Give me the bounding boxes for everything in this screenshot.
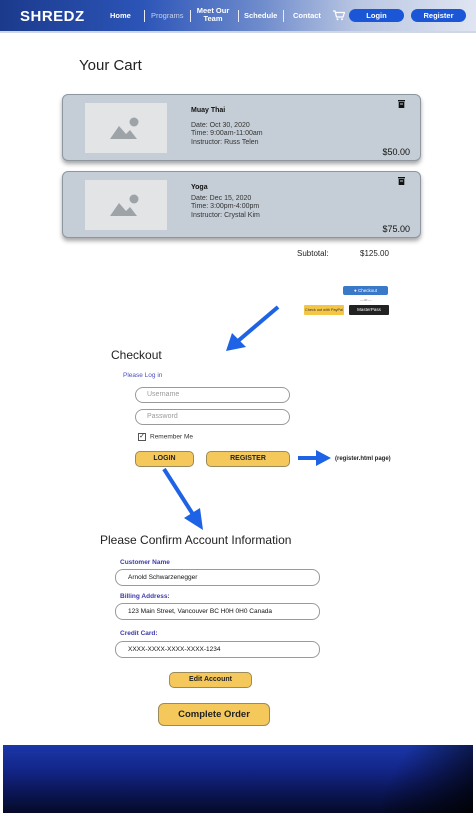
credit-card-field[interactable]: XXXX-XXXX-XXXX-XXXX-1234 (115, 641, 320, 658)
login-button[interactable]: Login (349, 9, 404, 22)
remember-me-label: Remember Me (150, 433, 193, 441)
customer-name-field[interactable]: Arnold Schwarzenegger (115, 569, 320, 586)
complete-order-button[interactable]: Complete Order (158, 703, 270, 726)
item-instructor: Instructor: Russ Telen (191, 139, 259, 146)
flow-arrow-icon (298, 450, 331, 466)
nav-link-schedule[interactable]: Schedule (244, 12, 277, 20)
billing-address-field[interactable]: 123 Main Street, Vancouver BC H0H 0H0 Ca… (115, 603, 320, 620)
checkout-button-label: Checkout (357, 288, 377, 293)
or-separator: —or— (360, 297, 372, 302)
item-name: Yoga (191, 184, 208, 191)
subtotal-label: Subtotal: (297, 249, 329, 258)
paypal-checkout-button[interactable]: Check out with PayPal (304, 305, 344, 315)
shopping-cart-icon[interactable] (333, 10, 345, 21)
nav-link-programs[interactable]: Programs (151, 12, 184, 20)
nav-link-meet-our-team[interactable]: Meet Our Team (194, 7, 232, 23)
item-date: Date: Oct 30, 2020 (191, 122, 250, 129)
item-date: Date: Dec 15, 2020 (191, 195, 252, 202)
item-time: Time: 3:00pm-4:00pm (191, 203, 260, 210)
image-placeholder-icon (110, 117, 139, 139)
item-price: $50.00 (382, 147, 410, 157)
item-price: $75.00 (382, 224, 410, 234)
nav-link-team-label: Team (203, 14, 223, 23)
register-button[interactable]: Register (411, 9, 466, 22)
item-name: Muay Thai (191, 107, 226, 114)
item-image-placeholder (85, 103, 167, 153)
checkout-button[interactable]: ● Checkout (343, 286, 388, 295)
image-placeholder-icon (110, 194, 139, 216)
register-submit-button[interactable]: REGISTER (206, 451, 290, 467)
customer-name-label: Customer Name (120, 559, 170, 566)
nav-divider (283, 10, 284, 22)
login-submit-button[interactable]: LOGIN (135, 451, 194, 467)
nav-divider (238, 10, 239, 22)
remember-me[interactable]: ✓ Remember Me (138, 433, 193, 441)
trash-icon[interactable] (398, 100, 405, 108)
item-time: Time: 9:00am-11:00am (191, 130, 263, 137)
billing-address-label: Billing Address: (120, 593, 170, 600)
checkout-title: Checkout (111, 348, 162, 362)
confirm-account-title: Please Confirm Account Information (100, 533, 292, 547)
credit-card-label: Credit Card: (120, 630, 158, 637)
nav-link-home[interactable]: Home (110, 12, 131, 20)
masterpass-button[interactable]: MasterPass (349, 305, 389, 315)
flow-arrow-icon (162, 467, 203, 530)
cart-item: Yoga Date: Dec 15, 2020 Time: 3:00pm-4:0… (62, 171, 421, 238)
register-page-note: (register.html page) (335, 456, 391, 462)
remember-me-checkbox[interactable]: ✓ (138, 433, 146, 441)
nav-link-contact[interactable]: Contact (293, 12, 321, 20)
site-logo[interactable]: SHREDZ (20, 8, 85, 25)
nav-divider (190, 10, 191, 22)
subtotal-value: $125.00 (360, 249, 389, 258)
item-image-placeholder (85, 180, 167, 230)
flow-arrow-icon (226, 305, 280, 351)
password-input[interactable]: Password (135, 409, 290, 425)
login-hint: Please Log in (123, 372, 163, 379)
top-navbar: SHREDZ Home Programs Meet Our Team Sched… (0, 0, 476, 33)
trash-icon[interactable] (398, 177, 405, 185)
cart-item: Muay Thai Date: Oct 30, 2020 Time: 9:00a… (62, 94, 421, 161)
page-footer (3, 745, 473, 813)
item-instructor: Instructor: Crystal Kim (191, 212, 260, 219)
username-input[interactable]: Username (135, 387, 290, 403)
nav-divider (144, 10, 145, 22)
cart-title: Your Cart (79, 57, 142, 74)
edit-account-button[interactable]: Edit Account (169, 672, 252, 688)
